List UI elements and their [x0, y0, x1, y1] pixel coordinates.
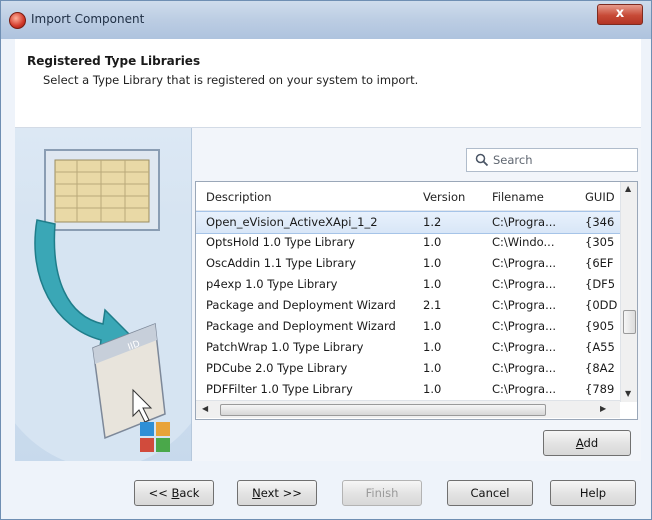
vertical-scroll-thumb[interactable]: [623, 310, 636, 334]
table-row[interactable]: OptsHold 1.0 Type Library 1.0 C:\Windo... {…: [196, 232, 620, 253]
horizontal-scrollbar[interactable]: ◀ ▶: [196, 400, 620, 418]
version-cell: 1.2: [423, 215, 442, 229]
description-cell: Package and Deployment Wizard: [206, 319, 396, 333]
description-cell: PDFFilter 1.0 Type Library: [206, 382, 353, 396]
description-cell: PDCube 2.0 Type Library: [206, 361, 348, 375]
filename-cell: C:\Windo...: [492, 235, 555, 249]
table-row[interactable]: Package and Deployment Wizard 2.1 C:\Progr…: [196, 295, 620, 316]
window-title: Import Component: [31, 12, 145, 26]
filename-cell: C:\Progra...: [492, 319, 557, 333]
table-row[interactable]: PatchWrap 1.0 Type Library 1.0 C:\Progra..…: [196, 337, 620, 358]
guid-cell: {346: [585, 215, 615, 229]
table-row[interactable]: OscAddin 1.1 Type Library 1.0 C:\Progra...…: [196, 253, 620, 274]
description-cell: OscAddin 1.1 Type Library: [206, 256, 356, 270]
back-button[interactable]: << Back: [134, 480, 214, 506]
scroll-up-icon[interactable]: ▲: [625, 184, 631, 193]
page-subtitle: Select a Type Library that is registered…: [43, 73, 419, 87]
filename-cell: C:\Progra...: [492, 361, 557, 375]
column-header-version[interactable]: Version: [423, 190, 465, 204]
next-button[interactable]: Next >>: [237, 480, 317, 506]
help-button[interactable]: Help: [550, 480, 636, 506]
table-row[interactable]: p4exp 1.0 Type Library 1.0 C:\Progra... {DF…: [196, 274, 620, 295]
search-box[interactable]: Search: [466, 148, 638, 172]
search-placeholder: Search: [493, 153, 533, 167]
version-cell: 1.0: [423, 235, 442, 249]
search-icon: [475, 153, 489, 167]
table-row[interactable]: Open_eVision_ActiveXApi_1_2 1.2 C:\Progra.…: [196, 211, 620, 234]
scroll-down-icon[interactable]: ▼: [625, 389, 631, 398]
guid-cell: {DF5: [585, 277, 616, 291]
finish-button[interactable]: Finish: [342, 480, 422, 506]
column-header-description[interactable]: Description: [206, 190, 272, 204]
vertical-scrollbar[interactable]: ▲ ▼: [620, 182, 637, 402]
filename-cell: C:\Progra...: [492, 215, 557, 229]
description-cell: p4exp 1.0 Type Library: [206, 277, 338, 291]
version-cell: 1.0: [423, 256, 442, 270]
type-library-list[interactable]: Description Version Filename GUID Open_e…: [195, 181, 638, 420]
filename-cell: C:\Progra...: [492, 277, 557, 291]
guid-cell: {6EF: [585, 256, 614, 270]
guid-cell: {8A2: [585, 361, 615, 375]
add-button[interactable]: Add: [543, 430, 631, 456]
import-component-dialog: Import Component x Registered Type Libra…: [0, 0, 652, 520]
list-header: Description Version Filename GUID: [196, 182, 620, 211]
filename-cell: C:\Progra...: [492, 382, 557, 396]
dialog-header: Registered Type Libraries Select a Type …: [15, 39, 641, 128]
wizard-illustration: IID: [15, 128, 192, 461]
version-cell: 1.0: [423, 277, 442, 291]
scroll-right-icon[interactable]: ▶: [600, 404, 606, 413]
import-illustration: IID: [15, 149, 191, 461]
wizard-footer: [15, 461, 641, 512]
scroll-left-icon[interactable]: ◀: [202, 404, 208, 413]
column-header-guid[interactable]: GUID: [585, 190, 615, 204]
version-cell: 1.0: [423, 382, 442, 396]
title-bar[interactable]: Import Component x: [1, 1, 651, 39]
description-cell: PatchWrap 1.0 Type Library: [206, 340, 364, 354]
guid-cell: {A55: [585, 340, 615, 354]
version-cell: 2.1: [423, 298, 442, 312]
guid-cell: {0DD: [585, 298, 618, 312]
table-row[interactable]: PDCube 2.0 Type Library 1.0 C:\Progra... {8…: [196, 358, 620, 379]
description-cell: Package and Deployment Wizard: [206, 298, 396, 312]
cancel-button[interactable]: Cancel: [447, 480, 533, 506]
guid-cell: {905: [585, 319, 615, 333]
page-title: Registered Type Libraries: [27, 54, 201, 68]
filename-cell: C:\Progra...: [492, 340, 557, 354]
description-cell: OptsHold 1.0 Type Library: [206, 235, 355, 249]
table-row[interactable]: Package and Deployment Wizard 1.0 C:\Progr…: [196, 316, 620, 337]
version-cell: 1.0: [423, 361, 442, 375]
version-cell: 1.0: [423, 340, 442, 354]
filename-cell: C:\Progra...: [492, 256, 557, 270]
table-window-icon: [44, 149, 160, 231]
filename-cell: C:\Progra...: [492, 298, 557, 312]
close-button[interactable]: x: [597, 4, 643, 25]
description-cell: Open_eVision_ActiveXApi_1_2: [206, 215, 378, 229]
delphi-app-icon: [9, 12, 26, 29]
guid-cell: {789: [585, 382, 615, 396]
table-row[interactable]: PDFFilter 1.0 Type Library 1.0 C:\Progra..…: [196, 379, 620, 400]
horizontal-scroll-thumb[interactable]: [220, 404, 546, 416]
column-header-filename[interactable]: Filename: [492, 190, 544, 204]
version-cell: 1.0: [423, 319, 442, 333]
guid-cell: {305: [585, 235, 615, 249]
